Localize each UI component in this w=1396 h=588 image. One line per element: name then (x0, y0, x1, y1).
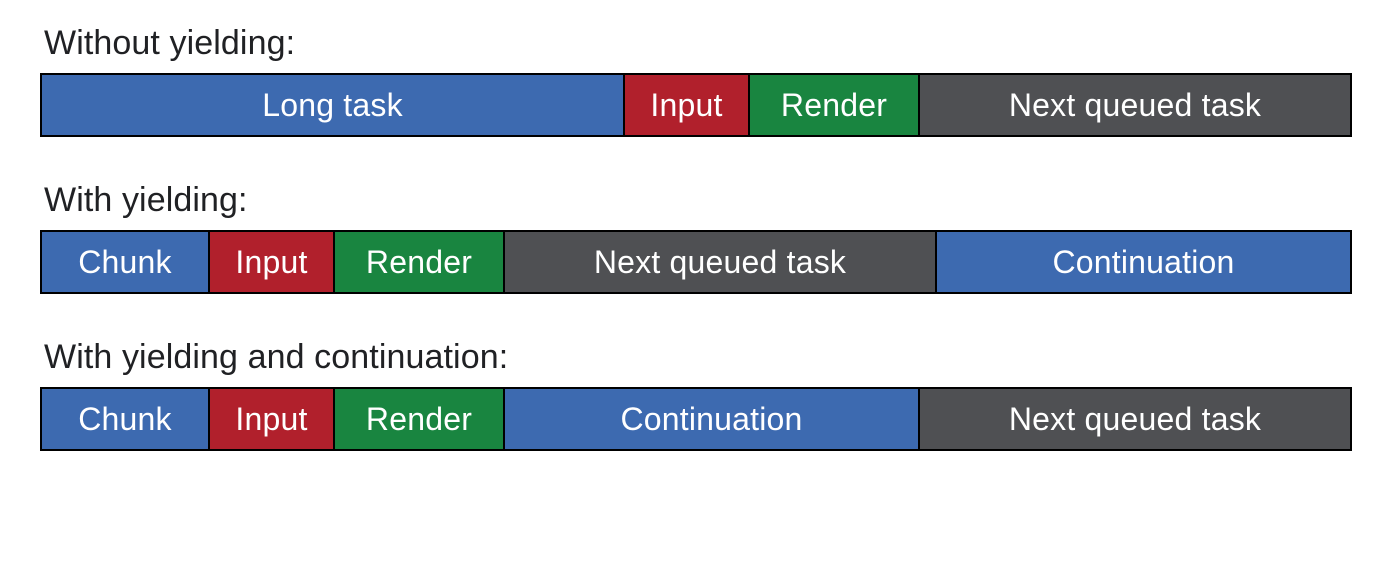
row-title: With yielding: (44, 181, 1356, 220)
task-bar: Long task Input Render Next queued task (40, 73, 1356, 137)
task-bar: Chunk Input Render Continuation Next que… (40, 387, 1356, 451)
row-with-yielding: With yielding: Chunk Input Render Next q… (40, 181, 1356, 294)
task-scheduling-diagram: Without yielding: Long task Input Render… (0, 0, 1396, 588)
segment-render: Render (750, 73, 920, 137)
segment-continuation: Continuation (505, 387, 920, 451)
segment-chunk: Chunk (40, 230, 210, 294)
segment-continuation: Continuation (937, 230, 1352, 294)
segment-render: Render (335, 230, 505, 294)
segment-next-queued-task: Next queued task (505, 230, 937, 294)
segment-next-queued-task: Next queued task (920, 73, 1352, 137)
segment-next-queued-task: Next queued task (920, 387, 1352, 451)
segment-input: Input (210, 387, 335, 451)
row-without-yielding: Without yielding: Long task Input Render… (40, 24, 1356, 137)
segment-chunk: Chunk (40, 387, 210, 451)
row-title: Without yielding: (44, 24, 1356, 63)
segment-input: Input (625, 73, 750, 137)
segment-long-task: Long task (40, 73, 625, 137)
row-with-yielding-and-continuation: With yielding and continuation: Chunk In… (40, 338, 1356, 451)
segment-input: Input (210, 230, 335, 294)
row-title: With yielding and continuation: (44, 338, 1356, 377)
segment-render: Render (335, 387, 505, 451)
task-bar: Chunk Input Render Next queued task Cont… (40, 230, 1356, 294)
